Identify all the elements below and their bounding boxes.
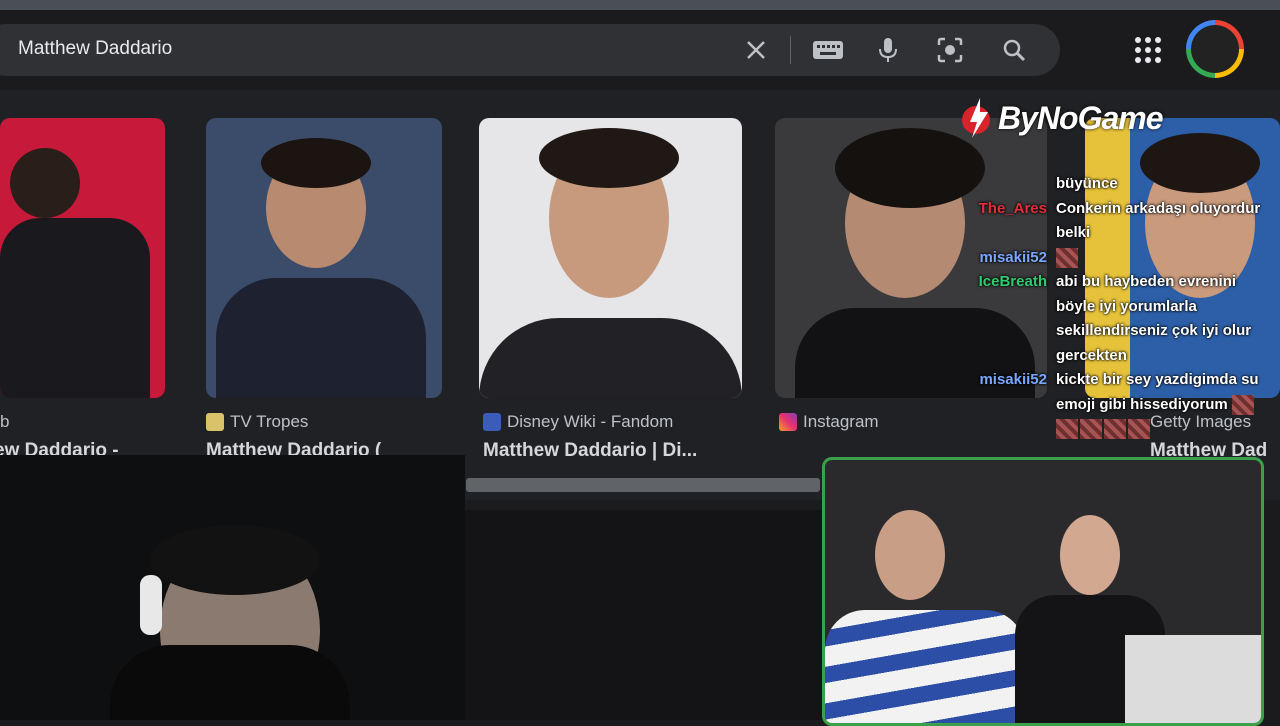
close-icon[interactable] [740, 34, 772, 66]
chat-line: gercekten [975, 344, 1275, 369]
chat-line: belki [975, 221, 1275, 246]
browser-top-strip [0, 0, 1280, 10]
chat-username: The_Ares [978, 199, 1047, 217]
chat-line: IceBreath abi bu haybeden evrenini [975, 270, 1275, 295]
apps-grid-icon[interactable] [1134, 36, 1162, 69]
streamer-webcam [0, 455, 465, 720]
chat-emote-icon [1104, 419, 1126, 440]
chat-overlay: büyünce The_Ares Conkerin arkadaşı oluyord… [975, 172, 1275, 442]
result-source[interactable]: Instagram [779, 412, 879, 432]
lightning-logo-icon [962, 98, 990, 138]
instagram-favicon-icon [779, 413, 797, 431]
horizontal-scrollbar[interactable] [466, 478, 820, 492]
chat-emote-icon [1231, 394, 1254, 415]
chat-message: gercekten [1056, 346, 1127, 364]
chat-message: belki [1056, 224, 1091, 241]
game-view [465, 510, 823, 720]
chat-message: kickte bir sey yazdigimda su [1056, 371, 1259, 388]
result-title[interactable]: Matthew Daddario | Di... [483, 440, 697, 462]
chat-message: abi bu haybeden evrenini [1056, 273, 1237, 290]
chat-line: sekillendirseniz çok iyi olur [975, 319, 1275, 344]
chat-line: emoji gibi hissediyorum [975, 393, 1275, 418]
search-icon[interactable] [998, 34, 1030, 66]
chat-line: büyünce [975, 172, 1275, 197]
result-image[interactable] [0, 118, 165, 398]
fandom-favicon-icon [483, 413, 501, 431]
chat-username: misakii52 [979, 371, 1047, 388]
search-bar[interactable]: Matthew Daddario [0, 24, 1060, 76]
chat-line: misakii52 [975, 246, 1275, 271]
headphones-icon [140, 575, 162, 635]
chat-line: misakii52 kickte bir sey yazdigimda su [975, 368, 1275, 393]
result-source[interactable]: TV Tropes [206, 412, 308, 432]
channel-logo: ByNoGame [962, 98, 1163, 138]
chat-emote-icon [1128, 419, 1150, 440]
result-source[interactable]: Disney Wiki - Fandom [483, 412, 673, 432]
chat-username: IceBreath [978, 273, 1047, 290]
chat-emote-icon [1080, 419, 1102, 440]
result-source[interactable]: b [0, 412, 9, 432]
search-divider [790, 36, 791, 64]
chat-message: büyünce [1056, 175, 1118, 192]
lens-icon[interactable] [934, 34, 966, 66]
chat-message: Conkerin arkadaşı oluyordur [1056, 199, 1261, 217]
account-avatar[interactable] [1186, 20, 1244, 78]
chat-message [1056, 417, 1152, 442]
chat-message [1056, 246, 1080, 271]
chat-username: misakii52 [979, 248, 1047, 266]
chat-emote-icon [1056, 247, 1078, 268]
chat-message: böyle iyi yorumlarla [1056, 297, 1197, 315]
search-input[interactable]: Matthew Daddario [18, 38, 172, 60]
chat-message: sekillendirseniz çok iyi olur [1056, 322, 1252, 339]
chat-line: The_Ares Conkerin arkadaşı oluyordur [975, 197, 1275, 222]
logo-text: ByNoGame [998, 99, 1163, 136]
chat-line [975, 417, 1275, 442]
result-image[interactable] [479, 118, 742, 398]
chat-line: böyle iyi yorumlarla [975, 295, 1275, 320]
tvtropes-favicon-icon [206, 413, 224, 431]
mic-icon[interactable] [872, 34, 904, 66]
result-image[interactable] [206, 118, 442, 398]
keyboard-icon[interactable] [812, 34, 844, 66]
chat-emote-icon [1056, 419, 1078, 440]
guest-webcam [822, 457, 1264, 726]
chat-message: emoji gibi hissediyorum [1056, 393, 1256, 418]
